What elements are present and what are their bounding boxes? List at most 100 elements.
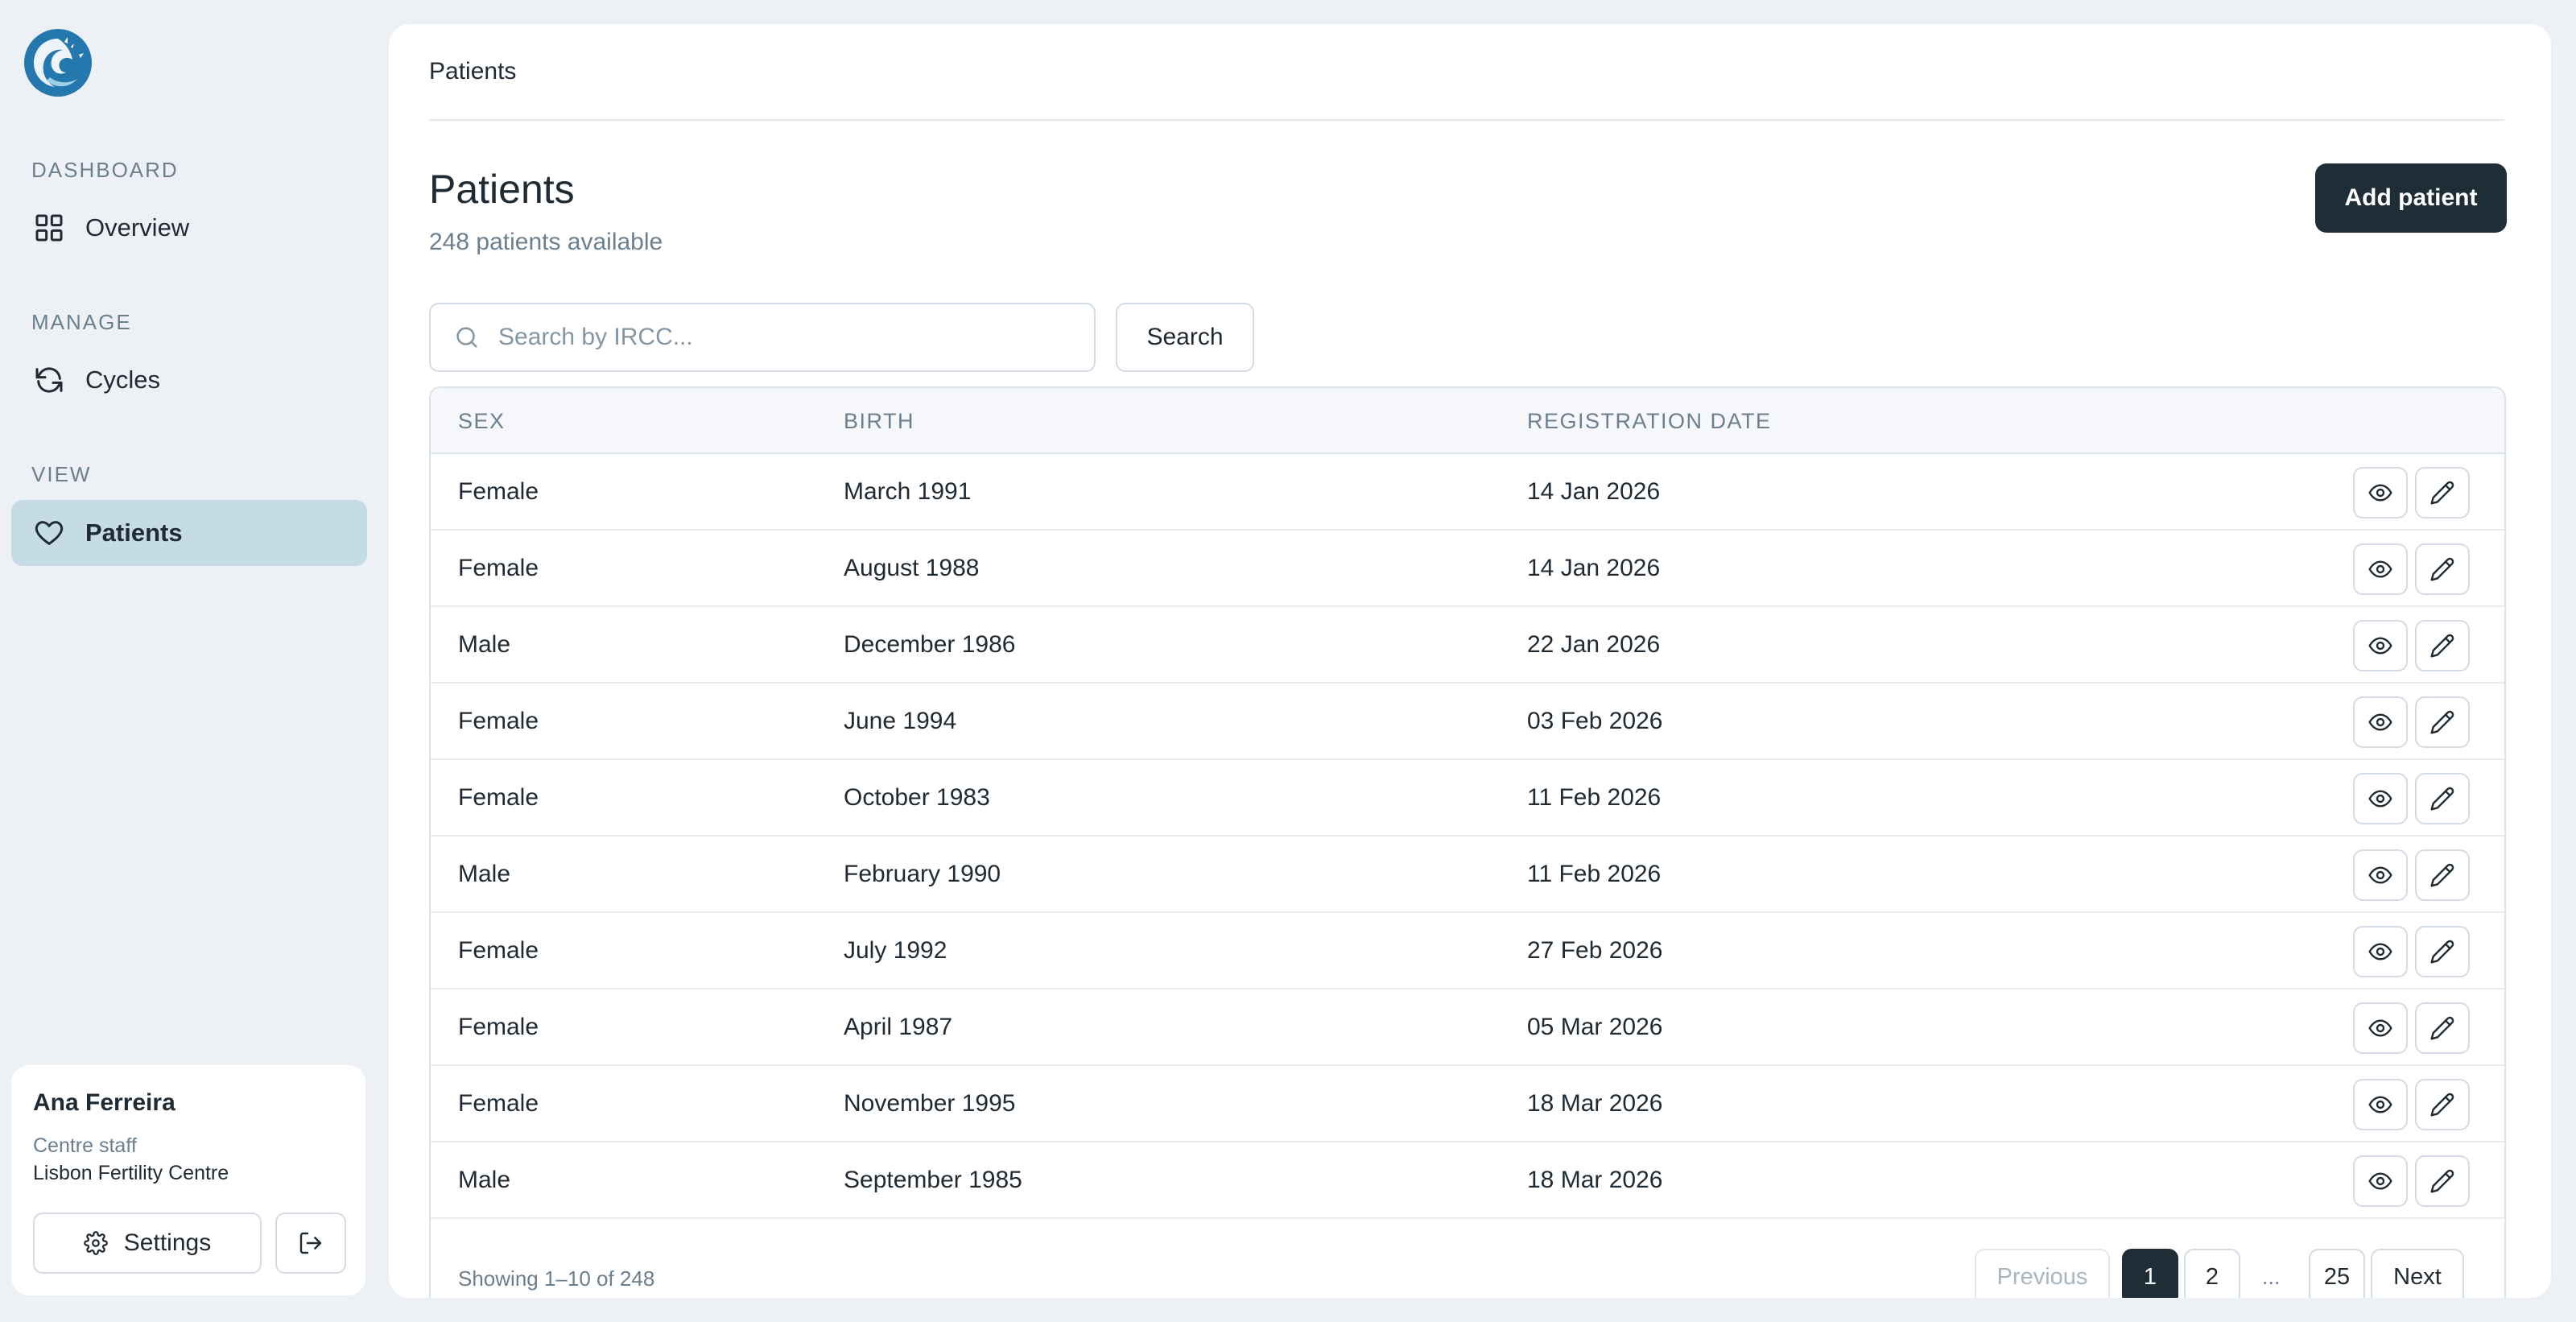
pencil-icon: [2429, 1015, 2455, 1041]
section-label-manage: MANAGE: [31, 310, 132, 334]
eye-icon: [2368, 709, 2393, 735]
breadcrumb: Patients: [429, 58, 517, 85]
pencil-icon: [2429, 1168, 2455, 1194]
page-subtitle: 248 patients available: [429, 229, 663, 255]
sidebar-item-label: Cycles: [85, 366, 161, 394]
previous-page-button[interactable]: Previous: [1975, 1249, 2110, 1298]
main-panel: Patients Patients 248 patients available…: [389, 24, 2551, 1298]
section-label-view: VIEW: [31, 462, 92, 486]
view-button[interactable]: [2353, 926, 2408, 977]
cell-birth: July 1992: [844, 937, 947, 964]
edit-button[interactable]: [2415, 696, 2470, 748]
cell-birth: December 1986: [844, 631, 1016, 658]
cell-sex: Female: [458, 1014, 539, 1040]
cell-registration-date: 22 Jan 2026: [1527, 631, 1661, 658]
edit-button[interactable]: [2415, 926, 2470, 977]
table-row: Female July 1992 27 Feb 2026: [431, 913, 2504, 989]
user-card: Ana Ferreira Centre staff Lisbon Fertili…: [11, 1065, 365, 1295]
edit-button[interactable]: [2415, 467, 2470, 518]
page-title: Patients: [429, 167, 575, 212]
table-header: SEX BIRTH REGISTRATION DATE: [431, 388, 2504, 454]
pencil-icon: [2429, 939, 2455, 965]
settings-label: Settings: [123, 1229, 212, 1256]
sidebar-item-patients[interactable]: Patients: [11, 500, 367, 566]
sidebar-item-overview[interactable]: Overview: [11, 195, 367, 261]
column-header-sex[interactable]: SEX: [458, 409, 506, 434]
view-button[interactable]: [2353, 543, 2408, 595]
settings-button[interactable]: Settings: [33, 1213, 262, 1274]
cell-birth: June 1994: [844, 708, 957, 734]
pencil-icon: [2429, 709, 2455, 735]
pagination-summary: Showing 1–10 of 248: [458, 1266, 655, 1291]
view-button[interactable]: [2353, 773, 2408, 824]
eye-icon: [2368, 480, 2393, 506]
cell-birth: September 1985: [844, 1167, 1022, 1193]
refresh-icon: [32, 363, 66, 397]
user-centre: Lisbon Fertility Centre: [33, 1162, 229, 1184]
column-header-registration-date[interactable]: REGISTRATION DATE: [1527, 409, 1772, 434]
logout-button[interactable]: [275, 1213, 346, 1274]
cell-registration-date: 14 Jan 2026: [1527, 555, 1661, 581]
sidebar-item-label: Overview: [85, 213, 190, 242]
edit-button[interactable]: [2415, 773, 2470, 824]
edit-button[interactable]: [2415, 1002, 2470, 1054]
view-button[interactable]: [2353, 849, 2408, 901]
view-button[interactable]: [2353, 1002, 2408, 1054]
sidebar: DASHBOARD Overview MANAGE Cycles VIEW Pa…: [0, 0, 378, 1322]
cell-sex: Male: [458, 861, 511, 887]
eye-icon: [2368, 862, 2393, 888]
pencil-icon: [2429, 862, 2455, 888]
search-input[interactable]: [498, 324, 1062, 351]
cell-sex: Male: [458, 631, 511, 658]
cell-sex: Female: [458, 784, 539, 811]
cell-birth: March 1991: [844, 478, 972, 505]
table-row: Male December 1986 22 Jan 2026: [431, 607, 2504, 684]
divider: [429, 119, 2504, 121]
edit-button[interactable]: [2415, 620, 2470, 671]
column-header-birth[interactable]: BIRTH: [844, 409, 914, 434]
cell-birth: August 1988: [844, 555, 980, 581]
search-field[interactable]: [429, 303, 1096, 372]
cell-sex: Male: [458, 1167, 511, 1193]
edit-button[interactable]: [2415, 1079, 2470, 1130]
cell-birth: April 1987: [844, 1014, 953, 1040]
edit-button[interactable]: [2415, 849, 2470, 901]
eye-icon: [2368, 1015, 2393, 1041]
sidebar-item-cycles[interactable]: Cycles: [11, 347, 367, 413]
view-button[interactable]: [2353, 1155, 2408, 1207]
eye-icon: [2368, 1168, 2393, 1194]
cell-sex: Female: [458, 1090, 539, 1117]
page-button-1[interactable]: 1: [2122, 1249, 2178, 1298]
cell-sex: Female: [458, 555, 539, 581]
edit-button[interactable]: [2415, 543, 2470, 595]
cell-registration-date: 18 Mar 2026: [1527, 1090, 1663, 1117]
view-button[interactable]: [2353, 467, 2408, 518]
patients-table: SEX BIRTH REGISTRATION DATE Female March …: [429, 386, 2506, 1298]
add-patient-button[interactable]: Add patient: [2315, 163, 2507, 233]
search-icon: [453, 324, 481, 351]
section-label-dashboard: DASHBOARD: [31, 158, 179, 182]
eye-icon: [2368, 1092, 2393, 1118]
user-role: Centre staff: [33, 1134, 137, 1157]
eye-icon: [2368, 633, 2393, 659]
edit-button[interactable]: [2415, 1155, 2470, 1207]
pencil-icon: [2429, 480, 2455, 506]
cell-birth: November 1995: [844, 1090, 1016, 1117]
clinic-logo[interactable]: [23, 27, 93, 98]
cell-registration-date: 11 Feb 2026: [1527, 784, 1662, 811]
page-button-25[interactable]: 25: [2309, 1249, 2365, 1298]
cell-registration-date: 14 Jan 2026: [1527, 478, 1661, 505]
cell-registration-date: 03 Feb 2026: [1527, 708, 1663, 734]
next-page-button[interactable]: Next: [2371, 1249, 2464, 1298]
user-name: Ana Ferreira: [33, 1089, 175, 1116]
pencil-icon: [2429, 633, 2455, 659]
view-button[interactable]: [2353, 1079, 2408, 1130]
view-button[interactable]: [2353, 696, 2408, 748]
view-button[interactable]: [2353, 620, 2408, 671]
table-row: Female November 1995 18 Mar 2026: [431, 1066, 2504, 1142]
cell-sex: Female: [458, 937, 539, 964]
search-button[interactable]: Search: [1116, 303, 1254, 372]
page-button-2[interactable]: 2: [2184, 1249, 2240, 1298]
cell-birth: February 1990: [844, 861, 1001, 887]
gear-icon: [83, 1231, 108, 1255]
